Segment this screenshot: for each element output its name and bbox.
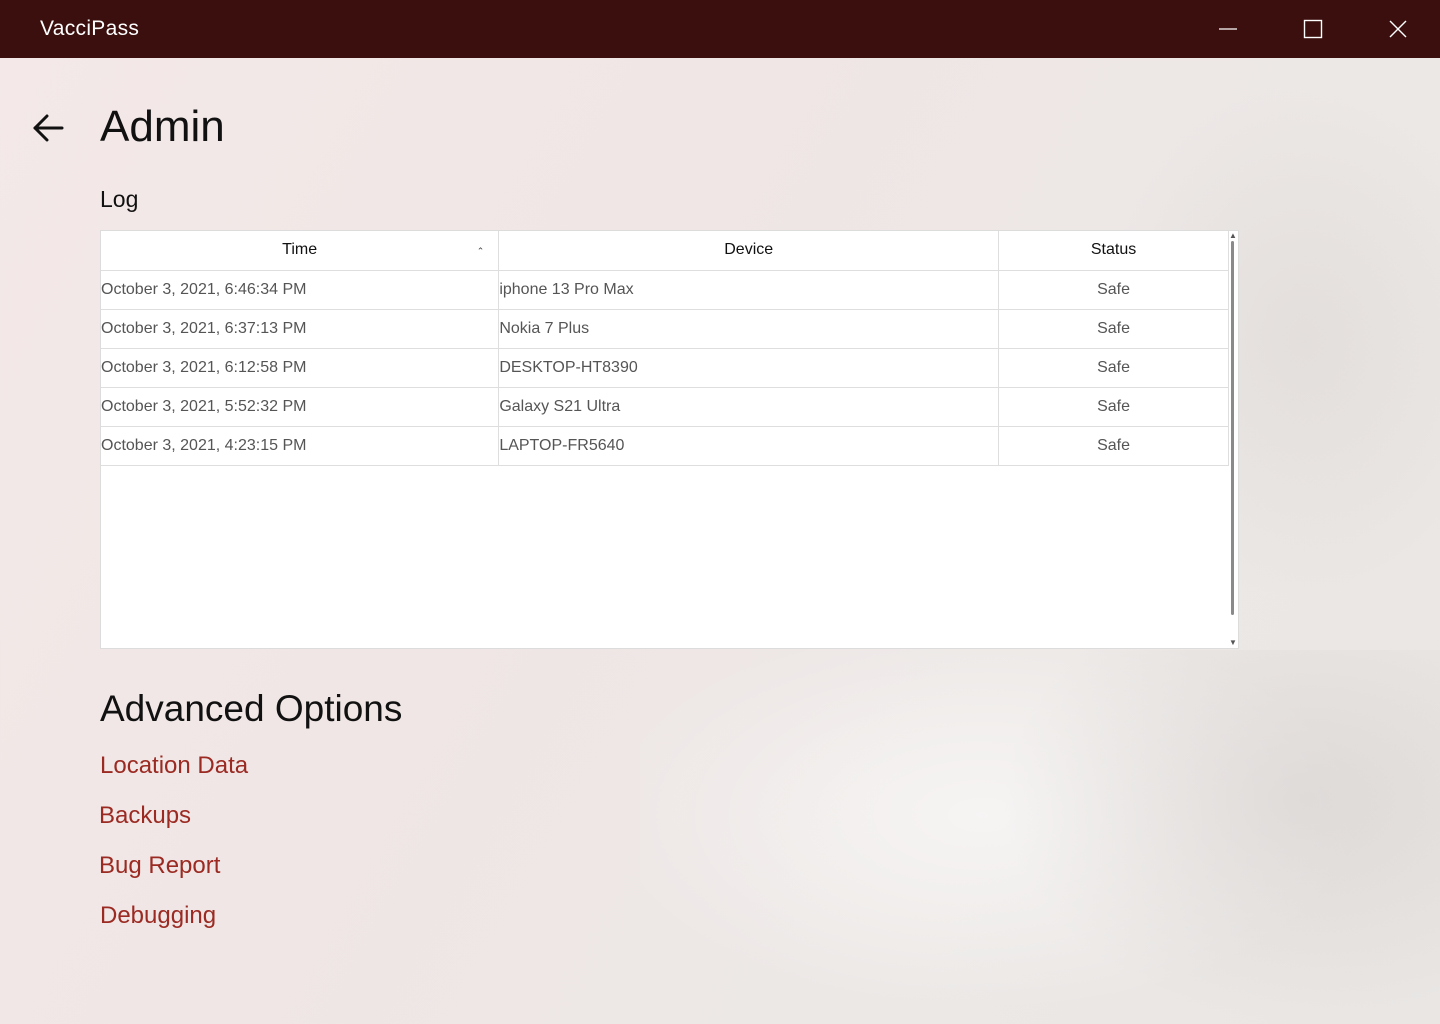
location-data-link[interactable]: Location Data <box>100 752 248 780</box>
cell-status: Safe <box>998 270 1229 310</box>
column-header-label: Time <box>282 241 318 259</box>
cell-time: October 3, 2021, 5:52:32 PM <box>101 387 500 427</box>
column-header-label: Status <box>1090 241 1137 259</box>
cell-time: October 3, 2021, 6:46:34 PM <box>101 270 500 310</box>
cell-status: Safe <box>998 387 1229 427</box>
scroll-up-arrow-icon[interactable]: ▲ <box>1229 232 1237 240</box>
advanced-options-heading: Advanced Options <box>100 688 403 729</box>
scroll-down-arrow-icon[interactable]: ▼ <box>1229 639 1237 647</box>
maximize-icon <box>1303 19 1323 39</box>
cell-device: iphone 13 Pro Max <box>498 270 1000 310</box>
background-blur <box>1000 650 1440 1024</box>
background-blur <box>640 600 1400 1024</box>
table-row[interactable]: October 3, 2021, 5:52:32 PM Galaxy S21 U… <box>101 387 1229 427</box>
minimize-icon <box>1219 28 1237 30</box>
column-header-device[interactable]: Device <box>498 231 1000 271</box>
maximize-button[interactable] <box>1271 0 1355 58</box>
cell-device: LAPTOP-FR5640 <box>498 426 1000 466</box>
log-heading: Log <box>100 186 139 212</box>
app-title: VacciPass <box>40 17 140 40</box>
cell-device: DESKTOP-HT8390 <box>498 348 1000 388</box>
scroll-thumb[interactable] <box>1231 241 1234 615</box>
sort-ascending-icon: ⌃ <box>476 246 485 256</box>
log-table-container[interactable]: Time ⌃ Device Status October 3, 2021, 6:… <box>100 230 1239 649</box>
cell-status: Safe <box>998 348 1229 388</box>
table-row[interactable]: October 3, 2021, 6:46:34 PM iphone 13 Pr… <box>101 270 1229 310</box>
cell-time: October 3, 2021, 6:12:58 PM <box>101 348 500 388</box>
cell-status: Safe <box>998 426 1229 466</box>
minimize-button[interactable] <box>1186 0 1270 58</box>
column-header-time[interactable]: Time ⌃ <box>101 231 500 271</box>
cell-status: Safe <box>998 309 1229 349</box>
table-row[interactable]: October 3, 2021, 4:23:15 PM LAPTOP-FR564… <box>101 426 1229 466</box>
vertical-scrollbar[interactable]: ▲ ▼ <box>1228 231 1238 648</box>
bug-report-link[interactable]: Bug Report <box>99 852 220 880</box>
log-table: Time ⌃ Device Status October 3, 2021, 6:… <box>101 231 1229 466</box>
debugging-link[interactable]: Debugging <box>100 902 216 930</box>
close-button[interactable] <box>1356 0 1440 58</box>
table-row[interactable]: October 3, 2021, 6:12:58 PM DESKTOP-HT83… <box>101 348 1229 388</box>
close-icon <box>1389 20 1407 38</box>
title-bar: VacciPass <box>0 0 1440 58</box>
table-header-row: Time ⌃ Device Status <box>101 231 1229 271</box>
cell-time: October 3, 2021, 6:37:13 PM <box>101 309 500 349</box>
page-title: Admin <box>100 102 225 151</box>
arrow-left-icon <box>33 114 64 142</box>
cell-time: October 3, 2021, 4:23:15 PM <box>101 426 500 466</box>
backups-link[interactable]: Backups <box>99 802 191 830</box>
cell-device: Nokia 7 Plus <box>498 309 1000 349</box>
table-row[interactable]: October 3, 2021, 6:37:13 PM Nokia 7 Plus… <box>101 309 1229 349</box>
column-header-label: Device <box>724 241 774 259</box>
column-header-status[interactable]: Status <box>998 231 1229 271</box>
cell-device: Galaxy S21 Ultra <box>498 387 1000 427</box>
back-button[interactable] <box>28 108 68 148</box>
